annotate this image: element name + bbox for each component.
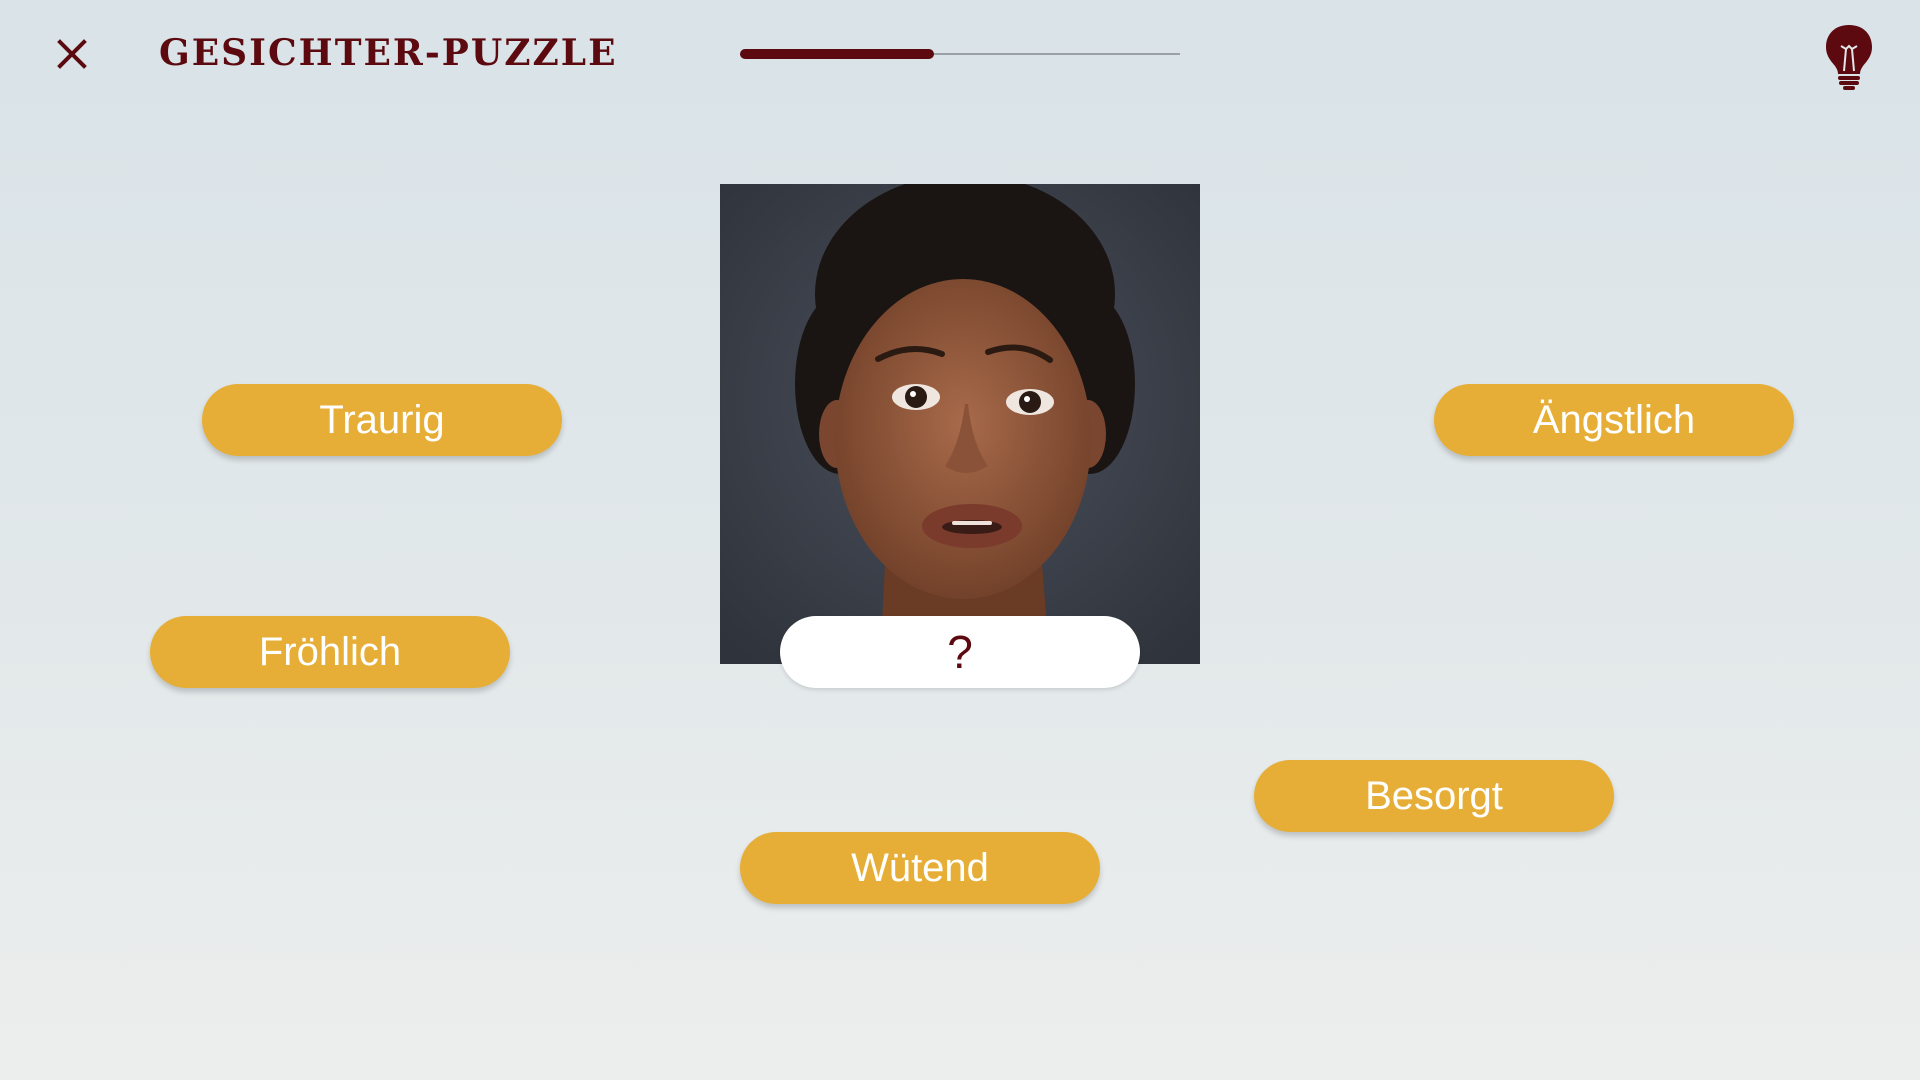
progress-bar [740, 47, 1180, 61]
hint-button[interactable] [1820, 22, 1878, 90]
lightbulb-icon [1820, 25, 1878, 94]
close-button[interactable] [48, 32, 96, 80]
page-title: GESICHTER-PUZZLE [159, 32, 618, 74]
progress-fill [740, 49, 934, 59]
chip-froehlich[interactable]: Fröhlich [150, 616, 510, 688]
chip-besorgt[interactable]: Besorgt [1254, 760, 1614, 832]
face-photo [720, 184, 1200, 664]
chip-wuetend[interactable]: Wütend [740, 832, 1100, 904]
chip-traurig[interactable]: Traurig [202, 384, 562, 456]
answer-slot[interactable]: ? [780, 616, 1140, 688]
chip-aengstlich[interactable]: Ängstlich [1434, 384, 1794, 456]
close-icon [55, 37, 89, 75]
